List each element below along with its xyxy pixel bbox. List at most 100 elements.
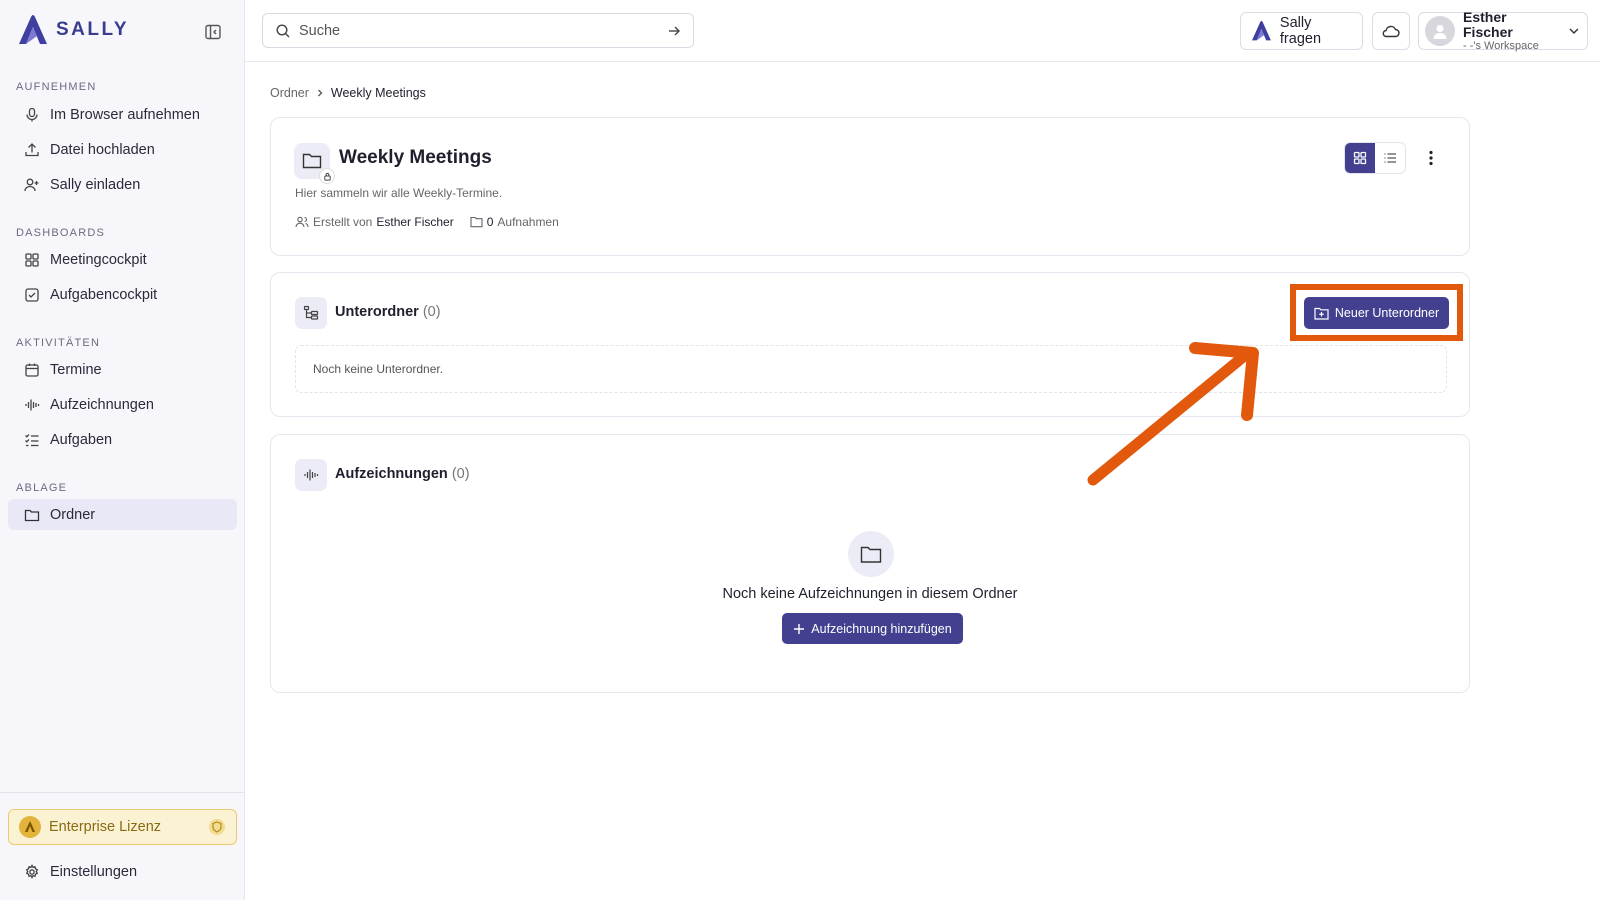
folder-icon — [302, 153, 322, 169]
subfolders-title-label: Unterordner — [335, 304, 419, 320]
checklist-icon — [25, 433, 39, 446]
breadcrumb-root[interactable]: Ordner — [270, 86, 309, 100]
sidebar-item-ordner[interactable]: Ordner — [8, 499, 237, 530]
section-label-dashboards: DASHBOARDS — [16, 227, 106, 239]
list-icon — [1384, 153, 1396, 163]
folder-description: Hier sammeln wir alle Weekly-Termine. — [295, 186, 503, 200]
folder-meta: Erstellt von Esther Fischer 0 Aufnahmen — [295, 215, 559, 229]
user-menu[interactable]: Esther Fischer - -'s Workspace — [1418, 8, 1588, 53]
recordings-label: Aufnahmen — [497, 215, 559, 229]
view-toggle — [1344, 142, 1406, 174]
brand-name: SALLY — [56, 19, 130, 40]
recordings-title: Aufzeichnungen (0) — [335, 466, 470, 482]
gear-icon — [25, 863, 39, 879]
upload-icon — [25, 142, 39, 156]
chevron-down-icon — [1569, 28, 1579, 34]
add-recording-label: Aufzeichnung hinzufügen — [811, 621, 952, 636]
sidebar-item-label: Aufgaben — [50, 431, 113, 448]
user-plus-icon — [24, 178, 39, 191]
sidebar-item-label: Termine — [50, 361, 102, 378]
recordings-card: Aufzeichnungen (0) Noch keine Aufzeichnu… — [270, 434, 1470, 693]
calendar-icon — [25, 363, 39, 377]
lock-icon — [319, 168, 335, 184]
new-subfolder-button[interactable]: Neuer Unterordner — [1304, 297, 1449, 329]
recordings-count-badge: (0) — [451, 466, 470, 482]
add-recording-button[interactable]: Aufzeichnung hinzufügen — [782, 613, 963, 644]
sidebar-item-label: Sally einladen — [50, 176, 141, 193]
ask-sally-button[interactable]: Sally fragen — [1240, 12, 1363, 50]
sidebar-item-label: Datei hochladen — [50, 141, 155, 158]
grid-icon — [1353, 151, 1367, 165]
user-name: Esther Fischer — [1463, 8, 1513, 40]
grid-icon — [25, 252, 39, 267]
folder-header-card: Weekly Meetings Hier sammeln wir alle We… — [270, 117, 1470, 256]
subfolder-tree-icon — [295, 297, 327, 329]
sidebar-item-upload[interactable]: Datei hochladen — [8, 134, 237, 165]
list-view-button[interactable] — [1375, 143, 1405, 173]
user-workspace: - -'s Workspace — [1463, 40, 1539, 53]
breadcrumb: Ordner Weekly Meetings — [270, 86, 426, 100]
sidebar-item-invite-sally[interactable]: Sally einladen — [8, 169, 237, 200]
subfolders-card: Unterordner (0) Neuer Unterordner Noch k… — [270, 272, 1470, 417]
check-square-icon — [25, 287, 39, 302]
chevron-right-icon — [317, 89, 323, 97]
cloud-sync-button[interactable] — [1372, 12, 1410, 50]
recordings-count: 0 — [486, 215, 494, 229]
sidebar-item-meetingcockpit[interactable]: Meetingcockpit — [8, 244, 237, 275]
avatar — [1425, 16, 1455, 46]
grid-view-button[interactable] — [1345, 143, 1375, 173]
section-label-aufnehmen: AUFNEHMEN — [16, 81, 97, 93]
search-icon — [276, 23, 290, 37]
recordings-title-label: Aufzeichnungen — [335, 466, 448, 482]
sally-logo-icon — [1252, 20, 1271, 41]
section-label-ablage: ABLAGE — [16, 482, 68, 494]
creator-name: Esther Fischer — [376, 215, 454, 229]
ask-sally-label: Sally fragen — [1279, 15, 1322, 47]
new-subfolder-label: Neuer Unterordner — [1334, 306, 1440, 320]
sidebar-item-label: Aufgabencockpit — [50, 286, 158, 303]
section-label-aktivitaeten: AKTIVITÄTEN — [16, 337, 101, 349]
more-options-icon[interactable] — [1419, 146, 1443, 170]
plus-icon — [794, 623, 805, 634]
license-badge[interactable]: Enterprise Lizenz — [8, 809, 237, 845]
page-title: Weekly Meetings — [339, 147, 492, 168]
sidebar-item-aufgabencockpit[interactable]: Aufgabencockpit — [8, 279, 237, 310]
waveform-icon — [295, 459, 327, 491]
waveform-icon — [25, 399, 40, 410]
collapse-sidebar-icon[interactable] — [204, 23, 222, 41]
search-input[interactable] — [299, 22, 659, 39]
sally-logo-icon — [19, 15, 47, 44]
sidebar-item-settings[interactable]: Einstellungen — [8, 856, 237, 887]
sidebar-item-label: Einstellungen — [50, 863, 138, 880]
topbar: Sally fragen Esther Fischer - -'s Worksp… — [245, 0, 1600, 62]
annotation-arrow — [1087, 342, 1259, 486]
user-info: Esther Fischer - -'s Workspace — [1463, 8, 1559, 53]
sidebar-item-label: Meetingcockpit — [50, 251, 147, 268]
shield-icon — [208, 818, 226, 836]
users-icon — [295, 216, 309, 228]
created-by-label: Erstellt von — [313, 215, 373, 229]
breadcrumb-current: Weekly Meetings — [330, 86, 426, 100]
microphone-icon — [26, 107, 38, 121]
folder-icon — [24, 509, 40, 521]
folder-avatar — [294, 143, 335, 184]
sidebar-item-aufzeichnungen[interactable]: Aufzeichnungen — [8, 389, 237, 420]
subfolders-title: Unterordner (0) — [335, 304, 441, 320]
search-bar[interactable] — [262, 13, 694, 48]
sidebar-item-label: Ordner — [50, 506, 96, 523]
sidebar-item-termine[interactable]: Termine — [8, 354, 237, 385]
sidebar-item-aufgaben[interactable]: Aufgaben — [8, 424, 237, 455]
recordings-empty-text: Noch keine Aufzeichnungen in diesem Ordn… — [722, 586, 1018, 602]
sidebar: SALLY AUFNEHMEN Im Browser aufnehmen Dat… — [0, 0, 245, 900]
folder-plus-icon — [1314, 307, 1329, 320]
license-logo-icon — [19, 816, 41, 838]
brand-logo[interactable]: SALLY — [16, 14, 129, 46]
sidebar-item-record-browser[interactable]: Im Browser aufnehmen — [8, 99, 237, 130]
cloud-icon — [1382, 25, 1400, 38]
arrow-right-icon[interactable] — [667, 24, 681, 38]
folder-icon — [470, 216, 483, 228]
sidebar-item-label: Aufzeichnungen — [50, 396, 154, 413]
license-label: Enterprise Lizenz — [49, 819, 162, 835]
user-icon — [1433, 25, 1447, 39]
sidebar-item-label: Im Browser aufnehmen — [50, 106, 200, 123]
